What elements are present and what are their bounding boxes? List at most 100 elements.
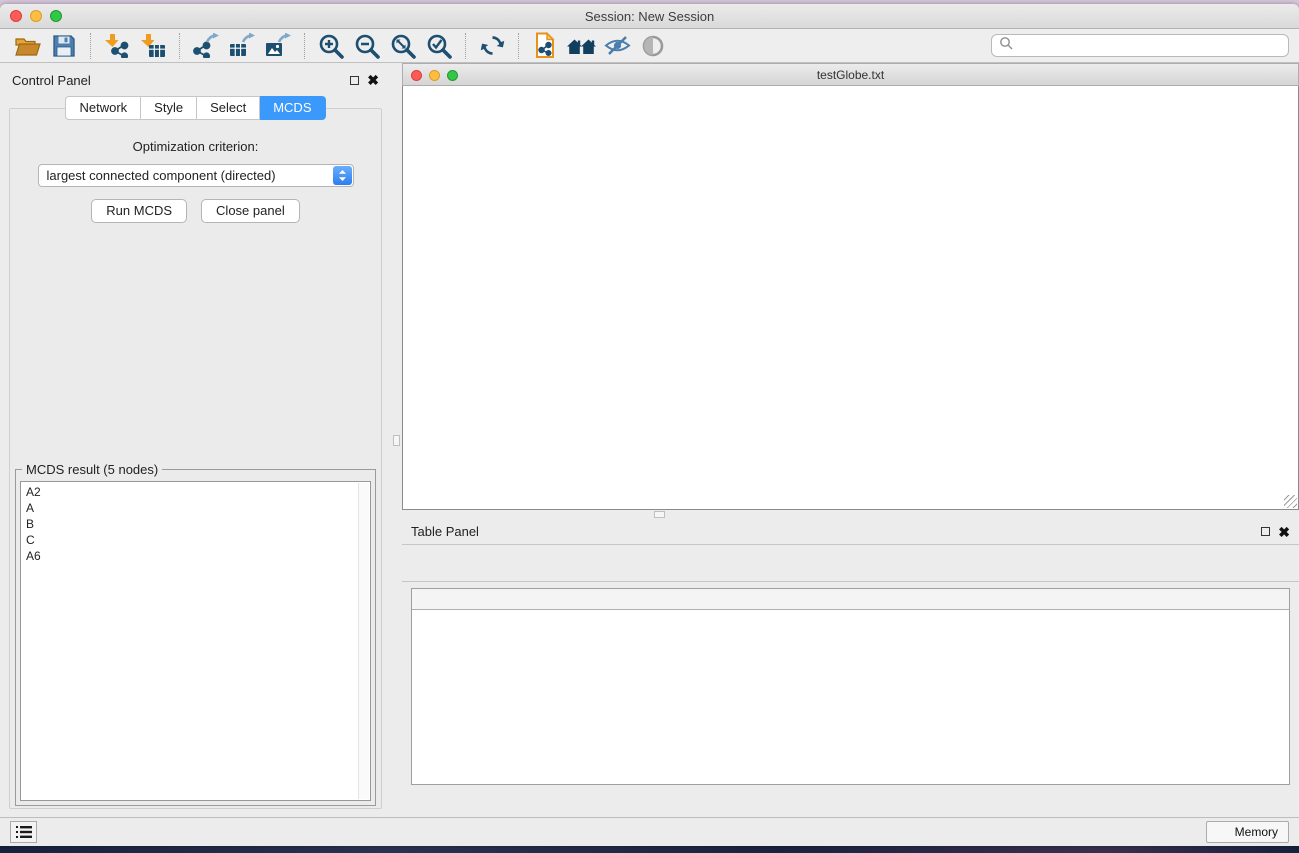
network-close-button[interactable] bbox=[411, 70, 422, 81]
result-item[interactable]: A bbox=[26, 500, 354, 516]
table-toolbar bbox=[402, 544, 1299, 582]
export-table-button[interactable] bbox=[224, 31, 260, 61]
mcds-result-list: A2ABCA6 bbox=[20, 481, 371, 801]
minimize-window-button[interactable] bbox=[30, 10, 42, 22]
toolbar-separator bbox=[90, 33, 91, 59]
close-panel-icon[interactable]: ✖ bbox=[1278, 527, 1290, 537]
close-window-button[interactable] bbox=[10, 10, 22, 22]
open-folder-button[interactable] bbox=[10, 31, 46, 61]
resize-grip[interactable] bbox=[1284, 495, 1297, 508]
network-zoom-button[interactable] bbox=[447, 70, 458, 81]
toolbar-separator bbox=[304, 33, 305, 59]
divider-handle[interactable] bbox=[654, 511, 665, 518]
table-tabs bbox=[402, 787, 1299, 817]
optimization-criterion-select[interactable]: largest connected component (directed) bbox=[38, 164, 354, 187]
control-panel-header: Control Panel ✖ bbox=[0, 68, 391, 92]
search-input[interactable] bbox=[1017, 39, 1281, 53]
zoom-selected-icon bbox=[426, 33, 452, 59]
tab-select[interactable]: Select bbox=[197, 96, 260, 120]
run-mcds-button[interactable]: Run MCDS bbox=[91, 199, 187, 223]
memory-status-dot bbox=[1217, 826, 1229, 838]
export-table-icon bbox=[229, 33, 256, 58]
result-item[interactable]: A6 bbox=[26, 548, 354, 564]
app-window: Session: New Session Control Panel ✖ Net… bbox=[0, 4, 1299, 846]
right-area: testGlobe.txt Table Panel ✖ bbox=[402, 63, 1299, 817]
close-panel-button[interactable]: Close panel bbox=[201, 199, 300, 223]
export-image-icon bbox=[265, 33, 292, 58]
control-panel-tabs: NetworkStyleSelectMCDS bbox=[0, 96, 391, 120]
node-table bbox=[411, 588, 1290, 785]
search-field[interactable] bbox=[991, 34, 1289, 57]
toolbar-separator bbox=[518, 33, 519, 59]
network-canvas[interactable] bbox=[402, 86, 1299, 510]
tab-mcds[interactable]: MCDS bbox=[260, 96, 325, 120]
bird-eye-view-icon bbox=[604, 34, 631, 57]
import-table-button[interactable] bbox=[135, 31, 171, 61]
duplicate-network-icon bbox=[533, 32, 557, 59]
control-panel: Control Panel ✖ NetworkStyleSelectMCDS O… bbox=[0, 63, 391, 817]
main-content: Control Panel ✖ NetworkStyleSelectMCDS O… bbox=[0, 63, 1299, 817]
import-network-icon bbox=[104, 33, 130, 58]
table-header-row bbox=[412, 589, 1289, 610]
save-session-icon bbox=[53, 35, 75, 57]
import-network-button[interactable] bbox=[99, 31, 135, 61]
zoom-out-icon bbox=[354, 33, 380, 59]
memory-button[interactable]: Memory bbox=[1206, 821, 1289, 843]
export-network-icon bbox=[193, 33, 220, 58]
export-network-button[interactable] bbox=[188, 31, 224, 61]
network-frame: testGlobe.txt bbox=[402, 63, 1299, 510]
task-history-button[interactable] bbox=[10, 821, 37, 843]
float-panel-icon[interactable] bbox=[350, 76, 359, 85]
home-button[interactable] bbox=[563, 31, 599, 61]
bird-eye-view-button[interactable] bbox=[599, 31, 635, 61]
toolbar-separator bbox=[179, 33, 180, 59]
network-frame-titlebar[interactable]: testGlobe.txt bbox=[402, 63, 1299, 86]
optimization-criterion-label: Optimization criterion: bbox=[133, 139, 259, 154]
zoom-selected-button[interactable] bbox=[421, 31, 457, 61]
zoom-out-button[interactable] bbox=[349, 31, 385, 61]
horizontal-split-divider[interactable] bbox=[402, 510, 1299, 519]
memory-label: Memory bbox=[1235, 825, 1278, 839]
tab-network[interactable]: Network bbox=[65, 96, 141, 120]
eye-icon bbox=[641, 34, 665, 58]
home-icon bbox=[566, 35, 597, 57]
result-scrollbar[interactable] bbox=[358, 483, 369, 799]
refresh-icon bbox=[480, 33, 505, 58]
main-toolbar bbox=[0, 29, 1299, 63]
result-item[interactable]: B bbox=[26, 516, 354, 532]
optimization-criterion-value: largest connected component (directed) bbox=[47, 168, 276, 183]
eye-button[interactable] bbox=[635, 31, 671, 61]
open-folder-icon bbox=[15, 35, 41, 57]
zoom-fit-icon bbox=[390, 33, 416, 59]
zoom-in-button[interactable] bbox=[313, 31, 349, 61]
list-icon bbox=[16, 825, 32, 839]
main-titlebar: Session: New Session bbox=[0, 4, 1299, 29]
vertical-split-divider[interactable] bbox=[391, 63, 402, 817]
zoom-fit-button[interactable] bbox=[385, 31, 421, 61]
mcds-panel: Optimization criterion: largest connecte… bbox=[9, 108, 382, 809]
result-item[interactable]: C bbox=[26, 532, 354, 548]
table-panel-title: Table Panel bbox=[411, 524, 479, 539]
export-image-button[interactable] bbox=[260, 31, 296, 61]
close-panel-icon[interactable]: ✖ bbox=[367, 75, 379, 85]
divider-handle[interactable] bbox=[393, 435, 400, 446]
network-frame-title: testGlobe.txt bbox=[817, 68, 884, 82]
select-stepper-icon bbox=[333, 166, 352, 185]
result-item[interactable]: A2 bbox=[26, 484, 354, 500]
import-table-icon bbox=[140, 33, 166, 58]
control-panel-title: Control Panel bbox=[12, 73, 91, 88]
status-bar: Memory bbox=[0, 817, 1299, 846]
mcds-result-title: MCDS result (5 nodes) bbox=[22, 462, 162, 477]
float-panel-icon[interactable] bbox=[1261, 527, 1270, 536]
mcds-result-group: MCDS result (5 nodes) A2ABCA6 bbox=[15, 469, 376, 806]
zoom-window-button[interactable] bbox=[50, 10, 62, 22]
zoom-in-icon bbox=[318, 33, 344, 59]
search-icon bbox=[999, 36, 1013, 55]
refresh-button[interactable] bbox=[474, 31, 510, 61]
network-minimize-button[interactable] bbox=[429, 70, 440, 81]
tab-style[interactable]: Style bbox=[141, 96, 197, 120]
table-panel-header: Table Panel ✖ bbox=[402, 519, 1299, 544]
window-title: Session: New Session bbox=[585, 9, 714, 24]
duplicate-network-button[interactable] bbox=[527, 31, 563, 61]
save-session-button[interactable] bbox=[46, 31, 82, 61]
